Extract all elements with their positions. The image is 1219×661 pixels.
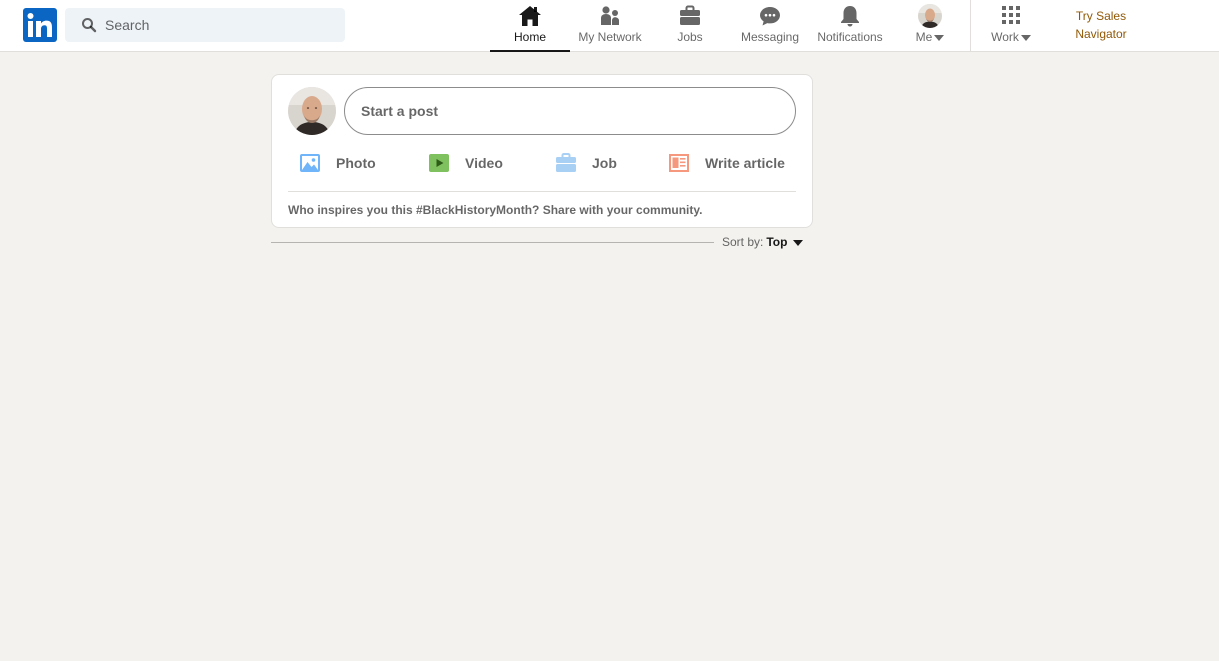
nav-item-label: Work [991,30,1019,44]
video-icon [429,154,449,172]
sort-value: Top [766,235,788,249]
video-button[interactable]: Video [427,143,503,183]
nav-item-home[interactable]: Home [490,0,570,52]
photo-label: Photo [336,155,376,171]
search-input[interactable] [105,8,335,42]
job-label: Job [592,155,617,171]
sort-dropdown[interactable]: Sort by: Top [722,235,804,249]
search-icon [82,18,97,33]
try-sales-navigator-link[interactable]: Try Sales Navigator [1060,7,1142,43]
start-post-button[interactable]: Start a post [344,87,796,135]
video-label: Video [465,155,503,171]
search-bar[interactable] [65,8,345,42]
network-icon [601,6,619,25]
nav-item-jobs[interactable]: Jobs [650,0,730,52]
photo-icon [300,154,320,172]
share-box: Start a post Photo Video Job Write artic… [271,74,813,228]
nav-item-messaging[interactable]: Messaging [730,0,810,52]
bell-icon [841,6,859,27]
grid-icon [1002,6,1020,24]
nav-item-label: Notifications [817,30,883,44]
home-icon [519,6,541,26]
nav-item-label: Messaging [740,30,800,44]
write-article-button[interactable]: Write article [667,143,785,183]
article-icon [669,154,689,172]
nav-item-label: Home [513,30,546,44]
caret-down-icon [1020,34,1031,41]
caret-down-icon [793,239,804,246]
briefcase-icon [680,5,700,25]
sort-label: Sort by: [722,235,764,249]
caret-down-icon [934,34,945,41]
sort-divider [271,242,714,243]
community-prompt[interactable]: Who inspires you this #BlackHistoryMonth… [288,203,703,217]
job-icon [556,153,576,172]
linkedin-logo-icon[interactable] [23,8,57,42]
nav-item-label: My Network [578,30,642,44]
job-button[interactable]: Job [554,143,617,183]
divider [288,191,796,192]
write-article-label: Write article [705,155,785,171]
nav-item-label: Me [915,30,933,44]
nav-item-notifications[interactable]: Notifications [810,0,890,52]
nav-item-me[interactable]: Me [890,0,970,52]
photo-button[interactable]: Photo [298,143,376,183]
avatar[interactable] [288,87,336,135]
nav-item-work[interactable]: Work [971,0,1051,52]
nav-item-my-network[interactable]: My Network [570,0,650,52]
avatar [918,4,942,28]
nav-item-label: Jobs [677,30,703,44]
messaging-icon [760,7,780,26]
global-nav: Home My Network Jobs Messaging [0,0,1219,52]
